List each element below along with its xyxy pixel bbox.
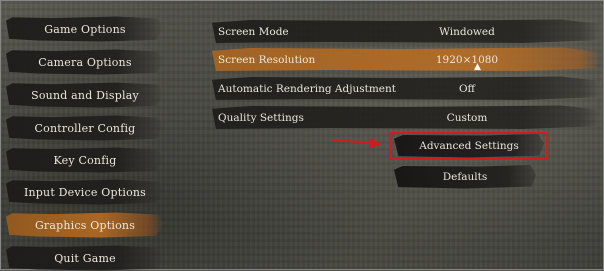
- annotation-arrow-icon: [332, 138, 382, 148]
- setting-value: Off: [458, 82, 476, 95]
- sidebar-item-input-device-options[interactable]: Input Device Options: [6, 179, 164, 205]
- sidebar-item-key-config[interactable]: Key Config: [6, 147, 164, 173]
- setting-value: Windowed: [439, 25, 495, 38]
- defaults-button[interactable]: Defaults: [394, 165, 536, 189]
- sidebar-item-label: Input Device Options: [23, 185, 147, 199]
- setting-value: 1920×1080: [435, 53, 499, 66]
- sidebar-item-label: Key Config: [53, 153, 117, 167]
- sidebar-item-game-options[interactable]: Game Options: [6, 16, 164, 42]
- sidebar-item-sound-and-display[interactable]: Sound and Display: [6, 82, 164, 108]
- mouse-cursor-icon: ▲: [474, 62, 481, 72]
- annotation-highlight-box: [390, 132, 548, 160]
- setting-row-automatic-rendering-adjustment[interactable]: Automatic Rendering Adjustment Off: [212, 76, 600, 100]
- setting-row-screen-mode[interactable]: Screen Mode Windowed: [212, 19, 600, 43]
- setting-row-quality-settings[interactable]: Quality Settings Custom: [212, 105, 600, 129]
- sidebar-item-label: Sound and Display: [31, 88, 139, 102]
- sidebar-item-graphics-options[interactable]: Graphics Options: [6, 212, 164, 238]
- setting-label: Quality Settings: [218, 111, 304, 124]
- sidebar-item-quit-game[interactable]: Quit Game: [6, 245, 164, 271]
- sidebar-item-label: Controller Config: [34, 121, 136, 135]
- sidebar-item-controller-config[interactable]: Controller Config: [6, 115, 164, 141]
- setting-label: Screen Resolution: [218, 53, 316, 66]
- sidebar-item-label: Quit Game: [54, 251, 116, 265]
- setting-label: Automatic Rendering Adjustment: [218, 82, 396, 95]
- sidebar-item-camera-options[interactable]: Camera Options: [6, 49, 164, 75]
- sidebar-item-label: Camera Options: [38, 55, 132, 69]
- sidebar-item-label: Game Options: [44, 22, 126, 36]
- setting-row-screen-resolution[interactable]: Screen Resolution 1920×1080: [212, 47, 600, 71]
- sidebar-item-label: Graphics Options: [34, 218, 136, 232]
- setting-value: Custom: [446, 111, 488, 124]
- setting-label: Screen Mode: [218, 25, 289, 38]
